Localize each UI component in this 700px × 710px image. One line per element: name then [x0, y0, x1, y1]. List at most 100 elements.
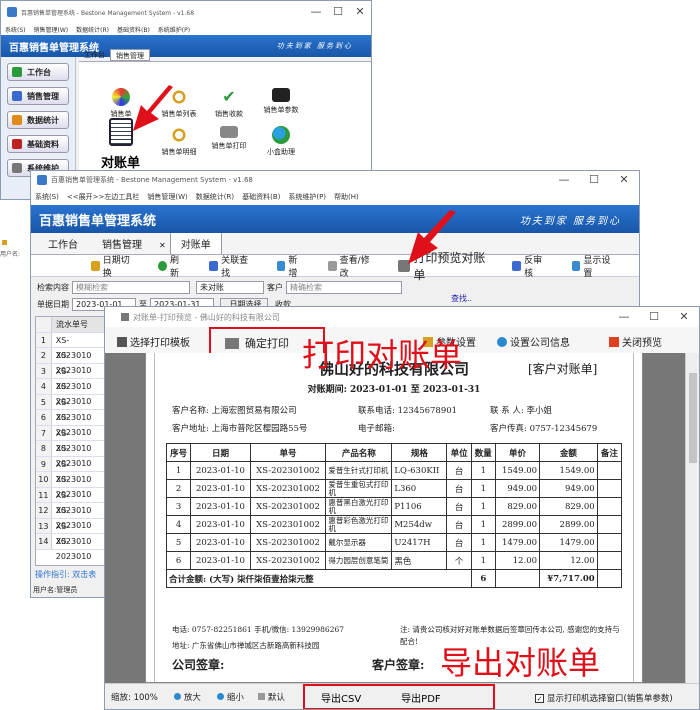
add-button[interactable]: 新增 — [276, 253, 316, 279]
table-row[interactable]: 10 XS-2023010 — [36, 472, 104, 499]
table-row[interactable]: 13 XS-2023010 — [36, 518, 104, 546]
preview-close[interactable]: ✕ — [669, 307, 699, 327]
menu-maint[interactable]: 系统维护(P) — [158, 25, 190, 34]
table-cell: 3 — [165, 497, 192, 516]
menu-sales[interactable]: 销售管理(W) — [34, 25, 69, 34]
template-button[interactable]: 选择打印模板 — [117, 334, 190, 349]
row-order-no: XS-2023010 — [55, 537, 92, 561]
row-number: 6 — [36, 410, 52, 425]
close-button-2[interactable]: ✕ — [609, 171, 639, 193]
table-row[interactable]: 4 XS-2023010 — [36, 379, 104, 406]
export-pdf-button[interactable]: 导出PDF — [401, 690, 440, 705]
menu2-base[interactable]: 基础资料(B) — [242, 192, 280, 202]
table-cell: 1 — [165, 461, 192, 480]
table-cell: 1 — [470, 461, 496, 480]
sidebar-item-base[interactable]: 基础资料 — [7, 135, 69, 153]
table-row[interactable]: 3 XS-2023010 — [36, 363, 104, 391]
icon-sales-param[interactable]: 销售单参数 — [251, 88, 311, 115]
maximize-button[interactable]: ☐ — [327, 1, 349, 23]
table-cell: XS-202301002 — [249, 479, 327, 498]
menu-base[interactable]: 基础资料(B) — [117, 25, 150, 34]
menu-stats[interactable]: 数据统计(R) — [76, 25, 109, 34]
tab2-statement[interactable]: 对账单 — [169, 232, 222, 254]
unaudit-button[interactable]: 反审核 — [512, 253, 559, 279]
zoom-in-button[interactable]: 放大 — [173, 691, 201, 703]
table-cell: 1479.00 — [494, 533, 541, 552]
table-row[interactable]: 2 XS-2023010 — [36, 348, 104, 375]
search-button[interactable]: 查找.. — [451, 293, 472, 304]
table-cell: 惠普彩色激光打印机 — [325, 515, 393, 534]
table-cell: 个 — [446, 551, 472, 570]
minimize-button-2[interactable]: — — [549, 171, 579, 193]
table-cell: 台 — [446, 461, 472, 480]
content-input[interactable]: 模糊检索 — [72, 281, 190, 294]
display-settings-button[interactable]: 显示设置 — [571, 253, 627, 279]
table-row[interactable]: 5 XS-2023010 — [36, 394, 104, 422]
icon-assistant[interactable]: 小盒助理 — [251, 126, 311, 157]
menu2-sales[interactable]: 销售管理(W) — [147, 192, 187, 202]
close-preview-button[interactable]: 关闭预览 — [609, 334, 662, 349]
view-edit-button[interactable]: 查看/修改 — [327, 253, 386, 279]
tab-strip: 工作台 销售管理 — [79, 49, 150, 61]
folder-icon — [272, 88, 290, 102]
tab2-sales[interactable]: 销售管理 — [91, 232, 153, 254]
email: 电子邮箱: — [358, 424, 395, 434]
table-body: 1 2023-01-10 XS-202301002 爱普生针式打印机 LQ-630KII… — [165, 461, 623, 570]
vertical-scrollbar[interactable] — [685, 353, 699, 683]
toolbar: 日期切换 刷新 关联查找 新增 查看/修改 打印预览对账单 反审核 显示设置 — [31, 251, 639, 282]
table-row[interactable]: 9 XS-2023010 — [36, 456, 104, 484]
customer-address: 客户地址: 上海市普陀区樱园路55号 — [172, 424, 308, 434]
zoom-out-button[interactable]: 缩小 — [216, 691, 244, 703]
customer-input[interactable]: 精确检索 — [286, 281, 402, 294]
row-number: 11 — [36, 487, 52, 502]
table-cell — [596, 479, 623, 498]
printer-dialog-checkbox[interactable]: ✓ 显示打印机选择窗口(销售单参数) — [535, 692, 673, 704]
menu2-stats[interactable]: 数据统计(R) — [196, 192, 234, 202]
related-search-button[interactable]: 关联查找 — [209, 253, 264, 279]
menu2-system[interactable]: 系统(S) — [35, 192, 59, 202]
column-header: 单位 — [446, 443, 472, 462]
status-select[interactable]: 未对账 — [196, 281, 264, 294]
sidebar-item-workbench[interactable]: 工作台 — [7, 63, 69, 81]
refresh-button[interactable]: 刷新 — [158, 253, 197, 279]
preview-maximize[interactable]: ☐ — [639, 307, 669, 327]
date-switch-button[interactable]: 日期切换 — [91, 253, 146, 279]
table-row[interactable]: 1 XS-2023010 — [36, 332, 104, 360]
tab-sales[interactable]: 销售管理 — [110, 49, 150, 61]
menu2-maint[interactable]: 系统维护(P) — [288, 192, 326, 202]
red-arrow-1 — [133, 85, 173, 131]
table-row[interactable]: 7 XS-2023010 — [36, 425, 104, 453]
table-cell: 6 — [165, 551, 192, 570]
tab-workbench[interactable]: 工作台 — [79, 49, 110, 61]
table-row[interactable]: 8 XS-2023010 — [36, 441, 104, 468]
column-header: 单号 — [249, 443, 327, 462]
sidebar-item-sales[interactable]: 销售管理 — [7, 87, 69, 105]
row-number: 9 — [36, 456, 52, 471]
company-info-button[interactable]: 设置公司信息 — [497, 334, 570, 349]
close-button[interactable]: ✕ — [349, 1, 371, 23]
default-zoom-button[interactable]: 默认 — [257, 691, 285, 703]
scroll-thumb[interactable] — [689, 373, 697, 463]
preview-app-icon — [121, 313, 129, 321]
menu2-expand[interactable]: <<展开>>左边工具栏 — [67, 192, 139, 202]
table-row[interactable]: 6 XS-2023010 — [36, 410, 104, 437]
table-row[interactable]: 12 XS-2023010 — [36, 503, 104, 530]
menu-system[interactable]: 系统(S) — [5, 25, 26, 34]
minimize-button[interactable]: — — [305, 1, 327, 23]
table-cell: 1479.00 — [539, 533, 598, 552]
preview-minimize[interactable]: — — [609, 307, 639, 327]
icon-sales-receipt[interactable]: ✔ 销售收款 — [199, 88, 259, 119]
table-cell: LQ-630KII — [391, 461, 448, 480]
workbench-icon — [12, 67, 22, 77]
menu2-help[interactable]: 帮助(H) — [334, 192, 359, 202]
row-order-no: XS-2023010 — [55, 382, 92, 406]
export-csv-button[interactable]: 导出CSV — [321, 690, 361, 705]
table-row[interactable]: 11 XS-2023010 — [36, 487, 104, 515]
table-cell — [596, 461, 623, 480]
icon-sales-print[interactable]: 销售单打印 — [199, 126, 259, 151]
tab2-workbench[interactable]: 工作台 — [37, 232, 89, 254]
maximize-button-2[interactable]: ☐ — [579, 171, 609, 193]
app-icon — [7, 7, 17, 17]
sidebar-item-stats[interactable]: 数据统计 — [7, 111, 69, 129]
table-row[interactable]: 14 XS-2023010 — [36, 534, 104, 561]
